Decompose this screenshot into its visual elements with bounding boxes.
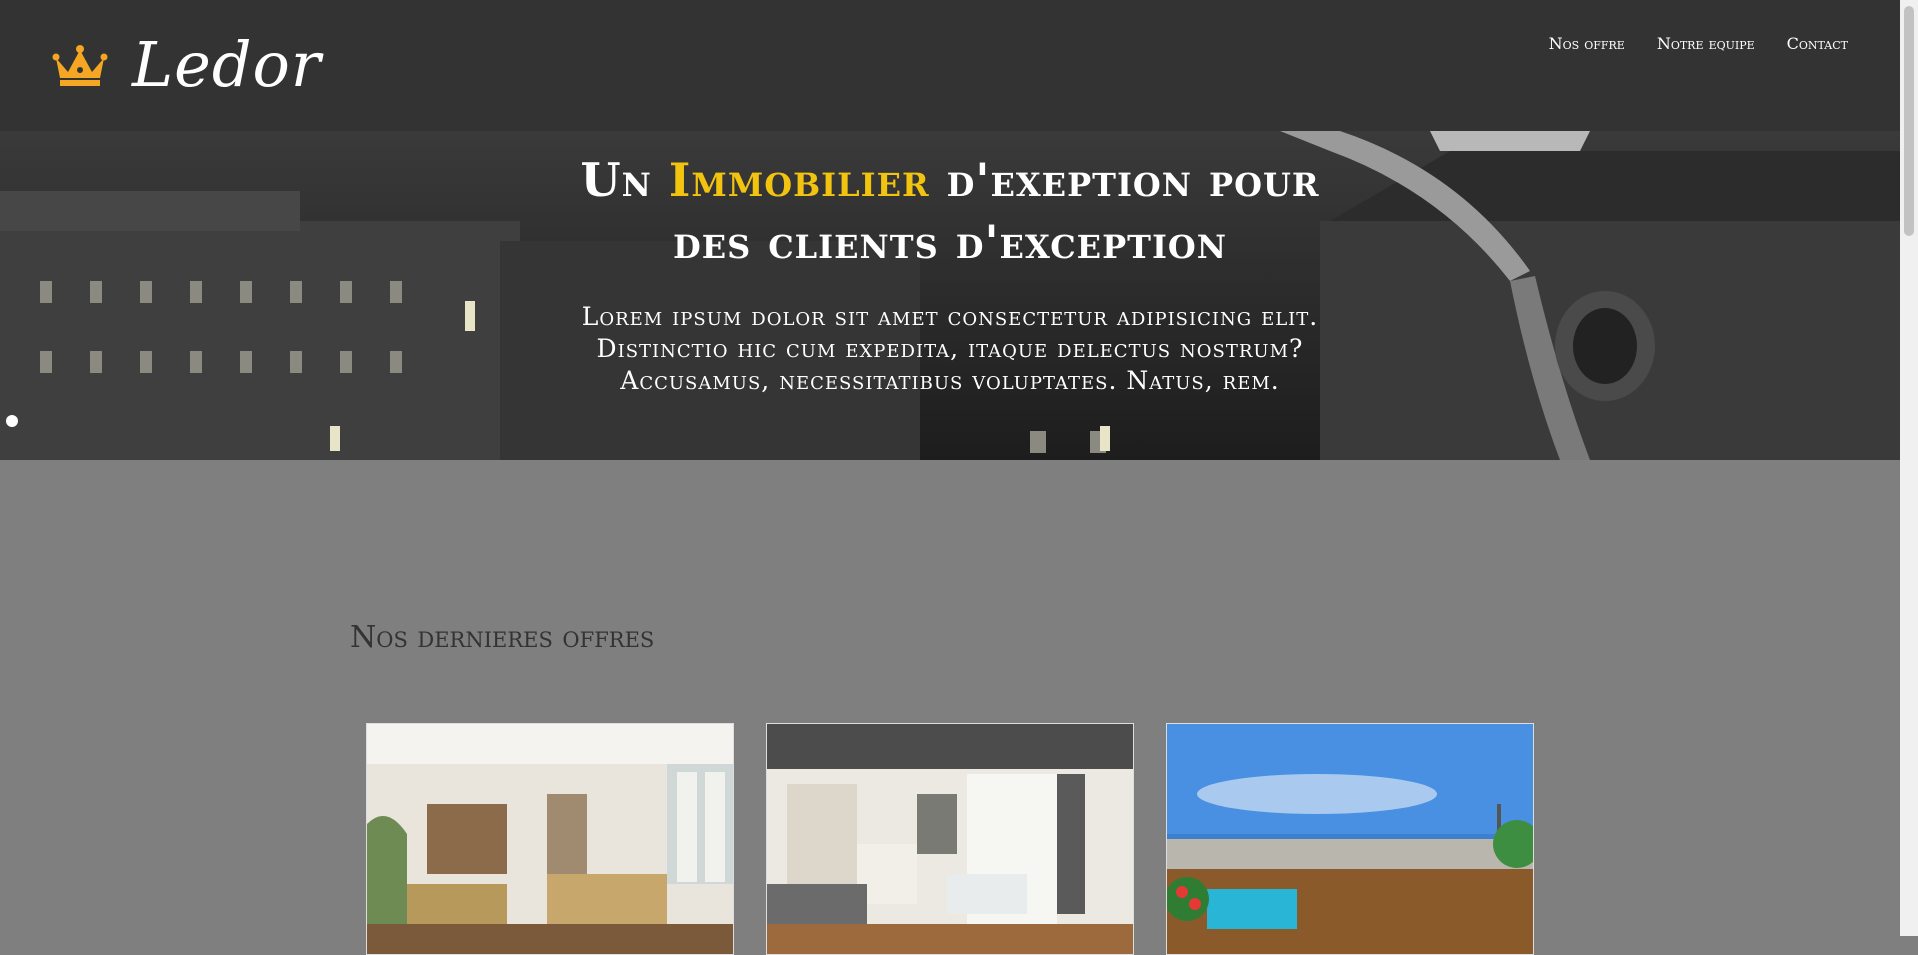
offers-section-title: Nos dernieres offres <box>350 620 655 655</box>
site-header: Ledor Nos offre Notre equipe Contact <box>0 0 1900 131</box>
apartment-interior-photo <box>767 724 1133 954</box>
offer-card-2[interactable] <box>766 723 1134 955</box>
offer-card-3[interactable] <box>1166 723 1534 955</box>
offer-card-1[interactable] <box>366 723 734 955</box>
nav-link-equipe[interactable]: Notre equipe <box>1657 34 1755 54</box>
hero-title-part1: Un <box>580 153 669 207</box>
rooftop-terrace-photo <box>1167 724 1533 954</box>
hero-banner: Un Immobilier d'exeption pour des client… <box>0 131 1900 460</box>
hero-description: Lorem ipsum dolor sit amet consectetur a… <box>581 302 1319 395</box>
brand-logo-text[interactable]: Ledor <box>132 24 322 106</box>
living-room-photo <box>367 724 733 954</box>
hero-title: Un Immobilier d'exeption pour des client… <box>0 149 1900 273</box>
crown-icon[interactable] <box>52 44 108 88</box>
hero-title-line2: des clients d'exception <box>672 215 1228 269</box>
hero-title-accent: Immobilier <box>668 153 930 207</box>
hero-title-part2: d'exeption pour <box>929 153 1320 207</box>
nav-link-contact[interactable]: Contact <box>1787 34 1848 54</box>
scrollbar-thumb[interactable] <box>1904 6 1914 236</box>
main-nav: Nos offre Notre equipe Contact <box>1549 34 1848 54</box>
nav-link-offres[interactable]: Nos offre <box>1549 34 1625 54</box>
vertical-scrollbar[interactable] <box>1900 0 1918 936</box>
